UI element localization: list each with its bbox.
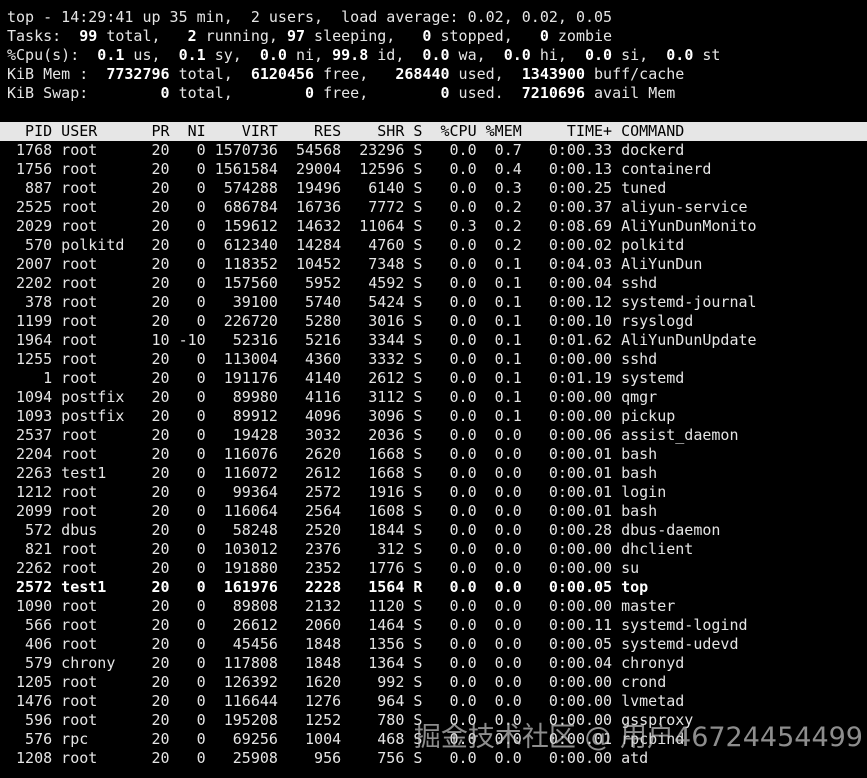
process-row: 378 root 20 0 39100 5740 5424 S 0.0 0.1 … xyxy=(7,293,757,311)
process-row: 579 chrony 20 0 117808 1848 1364 S 0.0 0… xyxy=(7,654,685,672)
process-row: 2525 root 20 0 686784 16736 7772 S 0.0 0… xyxy=(7,198,748,216)
top-summary-area: top - 14:29:41 up 35 min, 2 users, load … xyxy=(0,8,867,103)
process-row: 1768 root 20 0 1570736 54568 23296 S 0.0… xyxy=(7,141,685,159)
process-row: 576 rpc 20 0 69256 1004 468 S 0.0 0.0 0:… xyxy=(7,730,685,748)
process-row: 2204 root 20 0 116076 2620 1668 S 0.0 0.… xyxy=(7,445,658,463)
process-row: 1476 root 20 0 116644 1276 964 S 0.0 0.0… xyxy=(7,692,685,710)
process-row: 572 dbus 20 0 58248 2520 1844 S 0.0 0.0 … xyxy=(7,521,721,539)
process-row: 1090 root 20 0 89808 2132 1120 S 0.0 0.0… xyxy=(7,597,676,615)
process-row: 406 root 20 0 45456 1848 1356 S 0.0 0.0 … xyxy=(7,635,739,653)
process-row: 1205 root 20 0 126392 1620 992 S 0.0 0.0… xyxy=(7,673,667,691)
process-row: 1255 root 20 0 113004 4360 3332 S 0.0 0.… xyxy=(7,350,658,368)
summary-line: %Cpu(s): 0.1 us, 0.1 sy, 0.0 ni, 99.8 id… xyxy=(7,46,721,64)
process-row: 2099 root 20 0 116064 2564 1608 S 0.0 0.… xyxy=(7,502,658,520)
process-row: 1199 root 20 0 226720 5280 3016 S 0.0 0.… xyxy=(7,312,694,330)
process-table-header: PID USER PR NI VIRT RES SHR S %CPU %MEM … xyxy=(0,122,867,141)
process-row: 2007 root 20 0 118352 10452 7348 S 0.0 0… xyxy=(7,255,703,273)
process-row: 566 root 20 0 26612 2060 1464 S 0.0 0.0 … xyxy=(7,616,748,634)
process-row: 2263 test1 20 0 116072 2612 1668 S 0.0 0… xyxy=(7,464,658,482)
process-row: 2202 root 20 0 157560 5952 4592 S 0.0 0.… xyxy=(7,274,658,292)
process-row: 887 root 20 0 574288 19496 6140 S 0.0 0.… xyxy=(7,179,667,197)
process-row: 821 root 20 0 103012 2376 312 S 0.0 0.0 … xyxy=(7,540,694,558)
process-row: 2537 root 20 0 19428 3032 2036 S 0.0 0.0… xyxy=(7,426,739,444)
terminal-window[interactable]: top - 14:29:41 up 35 min, 2 users, load … xyxy=(0,0,867,778)
summary-line: KiB Mem : 7732796 total, 6120456 free, 2… xyxy=(7,65,685,83)
process-row: 1212 root 20 0 99364 2572 1916 S 0.0 0.0… xyxy=(7,483,667,501)
summary-line: KiB Swap: 0 total, 0 free, 0 used. 72106… xyxy=(7,84,676,102)
process-row: 596 root 20 0 195208 1252 780 S 0.0 0.0 … xyxy=(7,711,694,729)
process-row: 2262 root 20 0 191880 2352 1776 S 0.0 0.… xyxy=(7,559,640,577)
process-row: 1208 root 20 0 25908 956 756 S 0.0 0.0 0… xyxy=(7,749,649,767)
process-row: 2572 test1 20 0 161976 2228 1564 R 0.0 0… xyxy=(7,578,649,596)
process-row: 1964 root 10 -10 52316 5216 3344 S 0.0 0… xyxy=(7,331,757,349)
summary-line: Tasks: 99 total, 2 running, 97 sleeping,… xyxy=(7,27,613,45)
process-row: 2029 root 20 0 159612 14632 11064 S 0.3 … xyxy=(7,217,757,235)
process-row: 1094 postfix 20 0 89980 4116 3112 S 0.0 … xyxy=(7,388,658,406)
process-table: 1768 root 20 0 1570736 54568 23296 S 0.0… xyxy=(0,141,867,768)
summary-line: top - 14:29:41 up 35 min, 2 users, load … xyxy=(7,8,613,26)
process-row: 1093 postfix 20 0 89912 4096 3096 S 0.0 … xyxy=(7,407,676,425)
process-row: 1756 root 20 0 1561584 29004 12596 S 0.0… xyxy=(7,160,712,178)
process-row: 1 root 20 0 191176 4140 2612 S 0.0 0.1 0… xyxy=(7,369,685,387)
process-row: 570 polkitd 20 0 612340 14284 4760 S 0.0… xyxy=(7,236,685,254)
